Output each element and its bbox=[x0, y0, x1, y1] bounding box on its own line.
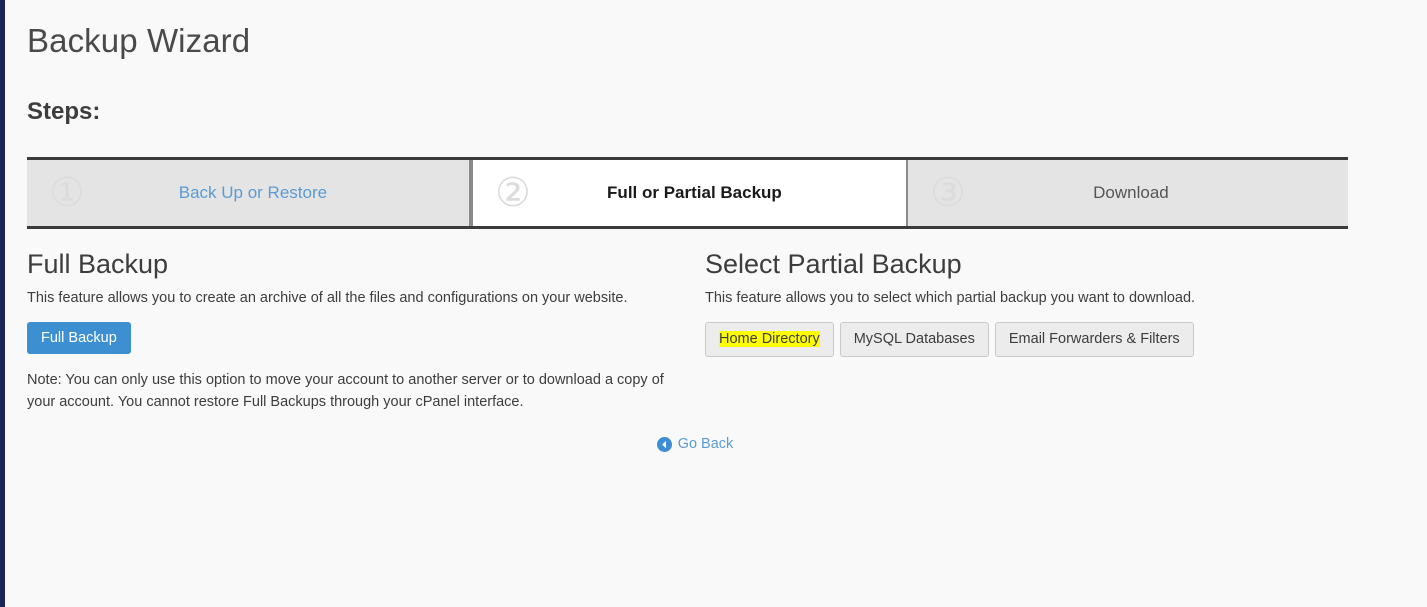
go-back-container: Go Back bbox=[10, 436, 1380, 457]
full-backup-button[interactable]: Full Backup bbox=[27, 321, 131, 355]
step-2-full-or-partial-backup[interactable]: ② Full or Partial Backup bbox=[471, 160, 908, 226]
circle-left-arrow-icon bbox=[656, 436, 672, 452]
content-columns: Full Backup This feature allows you to c… bbox=[27, 249, 1407, 413]
step-3-label: Download bbox=[1093, 183, 1169, 202]
email-forwarders-filters-button[interactable]: Email Forwarders & Filters bbox=[994, 321, 1194, 358]
step-1-number-icon: ① bbox=[49, 170, 85, 216]
step-3-number-icon: ③ bbox=[930, 170, 966, 216]
page-title: Backup Wizard bbox=[27, 22, 251, 59]
mysql-databases-label: MySQL Databases bbox=[853, 330, 975, 347]
step-1-label[interactable]: Back Up or Restore bbox=[85, 183, 469, 203]
partial-backup-description: This feature allows you to select which … bbox=[705, 289, 1196, 306]
full-backup-description: This feature allows you to create an arc… bbox=[27, 289, 628, 306]
step-2-label: Full or Partial Backup bbox=[607, 183, 782, 202]
home-directory-button[interactable]: Home Directory bbox=[705, 321, 834, 358]
partial-backup-section: Select Partial Backup This feature allow… bbox=[705, 249, 1345, 413]
partial-backup-title: Select Partial Backup bbox=[705, 249, 962, 279]
step-1-back-up-or-restore[interactable]: ① Back Up or Restore bbox=[27, 160, 471, 226]
full-backup-title: Full Backup bbox=[27, 249, 169, 279]
full-backup-section: Full Backup This feature allows you to c… bbox=[27, 249, 705, 413]
partial-backup-options: Home Directory MySQL Databases Email For… bbox=[705, 321, 1345, 358]
full-backup-note: Note: You can only use this option to mo… bbox=[27, 372, 664, 410]
step-3-download[interactable]: ③ Download bbox=[908, 160, 1344, 226]
go-back-label: Go Back bbox=[677, 436, 734, 452]
steps-heading: Steps: bbox=[27, 98, 101, 125]
go-back-link[interactable]: Go Back bbox=[656, 436, 734, 452]
step-2-number-icon: ② bbox=[495, 170, 531, 216]
mysql-databases-button[interactable]: MySQL Databases bbox=[839, 321, 989, 358]
page-container: Backup Wizard Steps: ① Back Up or Restor… bbox=[5, 0, 1427, 607]
home-directory-label: Home Directory bbox=[719, 330, 820, 347]
email-forwarders-filters-label: Email Forwarders & Filters bbox=[1008, 330, 1180, 347]
steps-strip: ① Back Up or Restore ② Full or Partial B… bbox=[27, 157, 1348, 229]
